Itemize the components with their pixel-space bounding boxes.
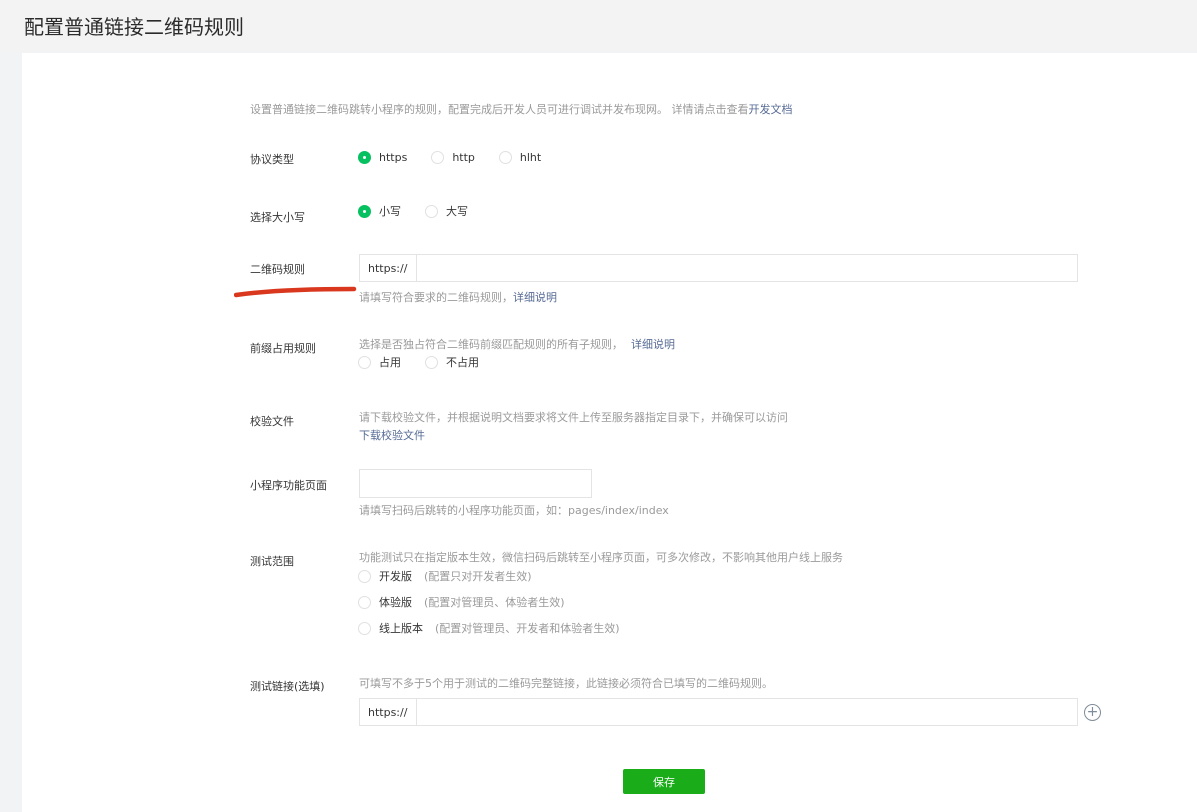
radio-unchecked-icon[interactable] xyxy=(358,595,371,609)
radio-unchecked-icon[interactable] xyxy=(358,355,371,369)
case-option-upper[interactable]: 大写 xyxy=(425,203,468,219)
qr-rule-input-group: https:// xyxy=(359,254,1078,282)
plus-circle-icon[interactable]: + xyxy=(1084,704,1101,721)
prefix-option-occupy[interactable]: 占用 xyxy=(358,354,401,370)
test-scope-option-dev[interactable]: 开发版 (配置只对开发者生效) xyxy=(358,568,532,584)
verify-file-label: 校验文件 xyxy=(250,415,294,428)
radio-unchecked-icon[interactable] xyxy=(358,569,371,583)
radio-unchecked-icon[interactable] xyxy=(431,151,445,164)
qr-rule-detail-link[interactable]: 详细说明 xyxy=(513,291,557,304)
test-scope-option-online[interactable]: 线上版本 (配置对管理员、开发者和体验者生效) xyxy=(358,620,620,636)
protocol-label: 协议类型 xyxy=(250,153,294,166)
page-title: 配置普通链接二维码规则 xyxy=(24,15,244,39)
radio-unchecked-icon[interactable] xyxy=(425,204,438,218)
test-link-input[interactable] xyxy=(417,699,1077,725)
intro-text: 设置普通链接二维码跳转小程序的规则，配置完成后开发人员可进行调试并发布现网。 详… xyxy=(250,101,793,117)
mini-page-label: 小程序功能页面 xyxy=(250,479,327,492)
dev-docs-link[interactable]: 开发文档 xyxy=(749,103,793,116)
protocol-radio-group: https http hlht xyxy=(358,151,565,164)
radio-checked-icon[interactable] xyxy=(358,204,371,218)
red-underline-annotation xyxy=(234,286,357,298)
verify-file-hint: 请下载校验文件，并根据说明文档要求将文件上传至服务器指定目录下，并确保可以访问 xyxy=(359,411,788,424)
case-label: 选择大小写 xyxy=(250,211,305,224)
page-header: 配置普通链接二维码规则 xyxy=(0,0,1197,52)
test-link-label: 测试链接(选填) xyxy=(250,680,325,693)
qr-rule-label: 二维码规则 xyxy=(250,263,305,276)
mini-page-input[interactable] xyxy=(359,469,592,498)
qr-rule-hint: 请填写符合要求的二维码规则，详细说明 xyxy=(359,291,557,304)
prefix-option-no-occupy[interactable]: 不占用 xyxy=(425,354,479,370)
save-button[interactable]: 保存 xyxy=(623,769,705,794)
protocol-option-https[interactable]: https xyxy=(358,151,407,164)
prefix-rule-radio-group: 占用 不占用 xyxy=(358,354,503,370)
test-scope-label: 测试范围 xyxy=(250,555,294,568)
case-option-lower[interactable]: 小写 xyxy=(358,203,401,219)
test-link-hint: 可填写不多于5个用于测试的二维码完整链接，此链接必须符合已填写的二维码规则。 xyxy=(359,677,773,690)
test-scope-hint: 功能测试只在指定版本生效，微信扫码后跳转至小程序页面，可多次修改，不影响其他用户… xyxy=(359,551,843,564)
case-radio-group: 小写 大写 xyxy=(358,203,492,219)
radio-unchecked-icon[interactable] xyxy=(358,621,371,635)
qr-rule-prefix: https:// xyxy=(360,255,417,281)
test-link-prefix: https:// xyxy=(360,699,417,725)
protocol-option-hlht[interactable]: hlht xyxy=(498,151,541,164)
download-verify-file-link[interactable]: 下载校验文件 xyxy=(359,427,425,443)
prefix-rule-hint: 选择是否独占符合二维码前缀匹配规则的所有子规则， 详细说明 xyxy=(359,338,675,351)
protocol-option-http[interactable]: http xyxy=(431,151,475,164)
prefix-rule-label: 前缀占用规则 xyxy=(250,342,316,355)
test-scope-option-trial[interactable]: 体验版 (配置对管理员、体验者生效) xyxy=(358,594,565,610)
radio-unchecked-icon[interactable] xyxy=(425,355,438,369)
mini-page-hint: 请填写扫码后跳转的小程序功能页面，如：pages/index/index xyxy=(359,504,669,517)
intro-description: 设置普通链接二维码跳转小程序的规则，配置完成后开发人员可进行调试并发布现网。 详… xyxy=(250,103,749,116)
radio-unchecked-icon[interactable] xyxy=(498,151,512,164)
qr-rule-input[interactable] xyxy=(417,255,1077,281)
prefix-rule-detail-link[interactable]: 详细说明 xyxy=(631,338,675,351)
radio-checked-icon[interactable] xyxy=(358,151,371,164)
test-link-input-group: https:// xyxy=(359,698,1078,726)
